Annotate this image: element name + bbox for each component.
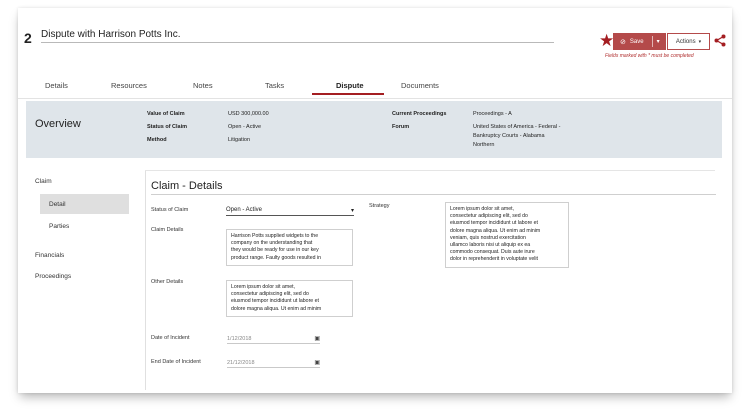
- end-date-of-incident-value: 21/12/2018: [227, 359, 255, 366]
- actions-label: Actions: [675, 38, 696, 45]
- date-of-incident-input[interactable]: 1/12/2018 ▣: [227, 334, 320, 344]
- favorite-star-icon[interactable]: ★: [599, 32, 614, 49]
- text-line: consectetur adipiscing elit, sed do: [231, 291, 309, 298]
- section-title: Claim - Details: [151, 180, 223, 192]
- status-of-claim: Open - Active: [228, 124, 262, 130]
- forum-label: Forum: [392, 124, 410, 130]
- save-button[interactable]: ⊘ Save ▾: [613, 33, 666, 50]
- current-proceedings-label: Current Proceedings: [392, 111, 447, 117]
- status-select-value: Open - Active: [226, 207, 263, 213]
- overview-title: Overview: [35, 118, 81, 130]
- forum-line: United States of America - Federal -: [473, 124, 561, 130]
- forum-line: Bankruptcy Courts - Alabama: [473, 133, 545, 139]
- status-of-claim-label: Status of Claim: [147, 124, 188, 130]
- record-number: 2: [24, 30, 32, 46]
- nav-divider: [145, 170, 146, 390]
- text-line: they would be ready for use in our key: [231, 247, 319, 254]
- forum-line: Northern: [473, 142, 495, 148]
- current-proceedings: Proceedings - A: [473, 111, 512, 117]
- value-of-claim-label: Value of Claim: [147, 111, 185, 117]
- chevron-down-icon[interactable]: ▾: [657, 38, 660, 45]
- text-line: eiusmod tempor incididunt ut labore et: [450, 220, 538, 227]
- chevron-down-icon: ▾: [350, 207, 354, 214]
- status-of-claim-field-label: Status of Claim: [151, 207, 189, 213]
- other-details-textarea[interactable]: Lorem ipsum dolor sit amet, consectetur …: [226, 280, 353, 317]
- section-title-underline: [151, 194, 716, 195]
- text-line: dolore magna aliqua. Ut enim ad minim: [231, 305, 322, 312]
- section-top-border: [145, 170, 715, 171]
- calendar-icon[interactable]: ▣: [314, 335, 320, 342]
- tab-notes[interactable]: Notes: [193, 81, 213, 90]
- tab-tasks[interactable]: Tasks: [265, 81, 284, 90]
- nav-proceedings[interactable]: Proceedings: [35, 273, 71, 280]
- tab-details[interactable]: Details: [45, 81, 68, 90]
- share-icon[interactable]: [714, 34, 726, 52]
- text-line: company on the understanding that: [231, 240, 313, 247]
- claim-details-label: Claim Details: [151, 227, 184, 233]
- value-of-claim: USD 300,000.00: [228, 111, 269, 117]
- app-window: 2 Dispute with Harrison Potts Inc. ★ ⊘ S…: [18, 8, 732, 393]
- overview-panel: [26, 101, 722, 158]
- text-line: consectetur adipiscing elit, sed do: [450, 213, 528, 220]
- claim-details-textarea[interactable]: Harrison Potts supplied widgets to the c…: [226, 229, 353, 266]
- text-line: commodo consequat. Duis aute irure: [450, 249, 535, 256]
- tab-documents[interactable]: Documents: [401, 81, 439, 90]
- nav-claim[interactable]: Claim: [35, 178, 52, 185]
- tab-dispute[interactable]: Dispute: [336, 81, 364, 90]
- text-line: eiusmod tempor incididunt ut labore et: [231, 298, 319, 305]
- date-of-incident-label: Date of Incident: [151, 335, 190, 341]
- text-line: Harrison Potts supplied widgets to the: [231, 233, 319, 239]
- actions-button[interactable]: Actions ▾: [667, 33, 710, 50]
- check-circle-icon: ⊘: [620, 38, 626, 46]
- end-date-of-incident-label: End Date of Incident: [151, 359, 201, 365]
- other-details-label: Other Details: [151, 279, 184, 285]
- method-label: Method: [147, 137, 167, 143]
- text-line: ullamco laboris nisi ut aliquip ex ea: [450, 242, 531, 249]
- button-separator: [651, 36, 653, 47]
- nav-parties[interactable]: Parties: [49, 223, 69, 230]
- nav-detail[interactable]: Detail: [49, 201, 66, 208]
- calendar-icon[interactable]: ▣: [314, 359, 320, 366]
- text-line: Lorem ipsum dolor sit amet,: [450, 206, 515, 212]
- strategy-textarea[interactable]: Lorem ipsum dolor sit amet, consectetur …: [445, 202, 569, 268]
- text-line: product range. Faulty goods resulted in: [231, 254, 321, 261]
- nav-financials[interactable]: Financials: [35, 252, 64, 259]
- text-line: dolor in reprehenderit in voluptate veli…: [450, 256, 538, 263]
- record-title[interactable]: Dispute with Harrison Potts Inc.: [41, 29, 554, 43]
- text-line: Lorem ipsum dolor sit amet,: [231, 284, 296, 290]
- text-line: dolore magna aliqua. Ut enim ad minim: [450, 227, 541, 234]
- active-tab-indicator: [312, 93, 384, 95]
- date-of-incident-value: 1/12/2018: [227, 335, 252, 342]
- end-date-of-incident-input[interactable]: 21/12/2018 ▣: [227, 358, 320, 368]
- method-value: Litigation: [228, 137, 251, 143]
- tab-resources[interactable]: Resources: [111, 81, 147, 90]
- required-fields-note: Fields marked with * must be completed: [605, 53, 694, 59]
- text-line: veniam, quis nostrud exercitation: [450, 234, 526, 241]
- chevron-down-icon: ▾: [698, 38, 702, 45]
- status-of-claim-select[interactable]: Open - Active ▾: [226, 205, 354, 216]
- strategy-label: Strategy: [369, 203, 390, 209]
- save-label: Save: [629, 38, 644, 45]
